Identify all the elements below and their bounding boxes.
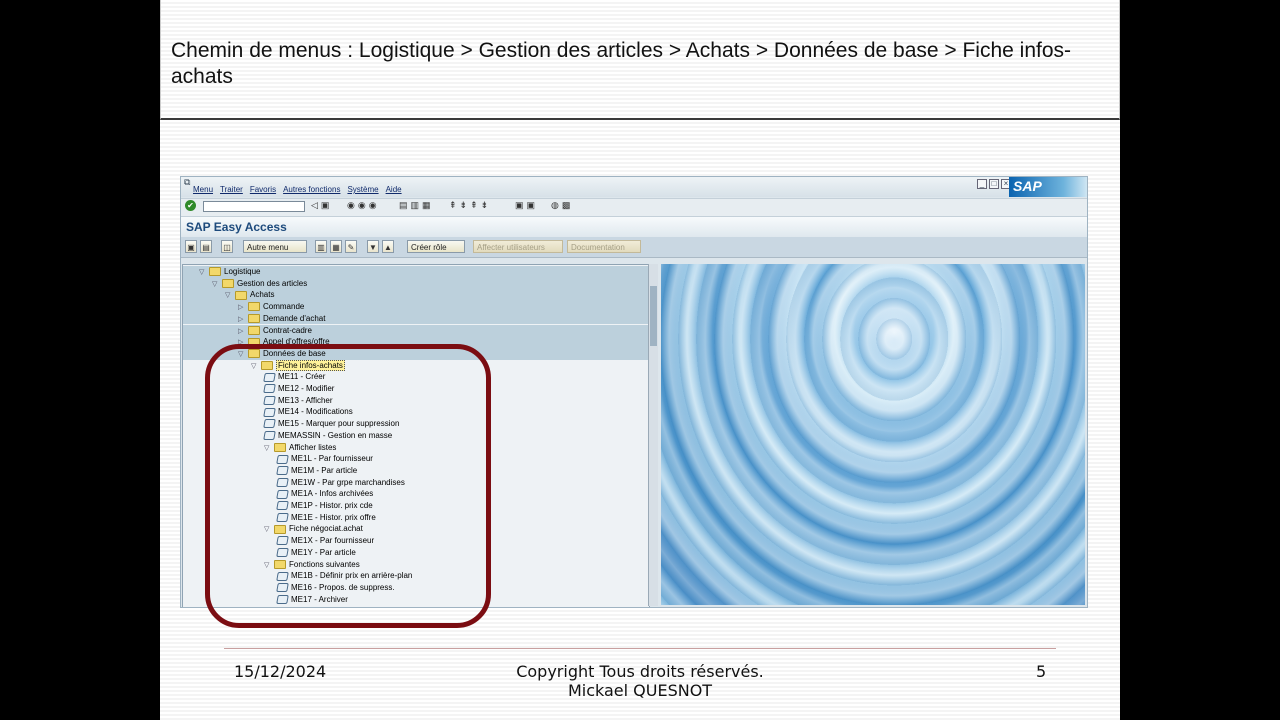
user-menu-icon[interactable]: ◫ — [221, 240, 233, 253]
tree-node-label[interactable]: Demande d'achat — [263, 314, 325, 323]
back-forward-icons[interactable]: ◁▣ — [311, 200, 332, 211]
autre-menu-button[interactable]: Autre menu — [243, 240, 307, 253]
folder-icon — [235, 290, 247, 300]
water-ripple-overlay — [661, 264, 1085, 605]
menu-item-autres-fonctions[interactable]: Autres fonctions — [283, 185, 340, 194]
folder-icon — [248, 325, 260, 335]
window-controls: _ □ × — [977, 179, 1013, 189]
footer-copyright: Copyright Tous droits réservés. Mickael … — [490, 662, 790, 700]
window-menu-icon[interactable]: ⧉ — [184, 177, 190, 188]
folder-icon — [222, 279, 234, 289]
autre-menu-label: Autre menu — [247, 243, 289, 252]
slide-title: Chemin de menus : Logistique > Gestion d… — [171, 39, 1072, 88]
help-icons[interactable]: ◍▩ — [551, 200, 573, 211]
move-down-icon[interactable]: ▼ — [367, 240, 379, 253]
tree-row[interactable]: ▷ Demande d'achat — [183, 312, 649, 325]
footer-date: 15/12/2024 — [234, 662, 327, 681]
add-favorite-icon[interactable]: ▥ — [315, 240, 327, 253]
page-icons[interactable]: ⇞⇟⇞⇟ — [449, 200, 491, 211]
highlight-ring — [205, 344, 491, 628]
sap-application-toolbar: ▣ ▤ ◫ Autre menu ▥ ▦ ✎ ▼ ▲ Créer rôle Af… — [181, 237, 1087, 258]
delete-favorite-icon[interactable]: ▦ — [330, 240, 342, 253]
move-up-icon[interactable]: ▲ — [382, 240, 394, 253]
tree-node-label[interactable]: Commande — [263, 302, 304, 311]
slide: Chemin de menus : Logistique > Gestion d… — [160, 0, 1120, 720]
minimize-icon[interactable]: _ — [977, 179, 987, 189]
title-box: Chemin de menus : Logistique > Gestion d… — [160, 0, 1120, 120]
tree-scroll-thumb[interactable] — [650, 286, 657, 346]
tree-row[interactable]: ▽ Achats — [183, 289, 649, 302]
menu-item-aide[interactable]: Aide — [386, 185, 402, 194]
print-find-icons[interactable]: ▤▥▦ — [399, 200, 434, 211]
menu-item-systeme[interactable]: Système — [347, 185, 378, 194]
folder-icon — [248, 302, 260, 312]
enter-check-icon[interactable]: ✔ — [185, 200, 196, 211]
copyright-line-1: Copyright Tous droits réservés. — [516, 662, 764, 681]
tree-row[interactable]: ▽ Gestion des articles — [183, 277, 649, 290]
sap-logo-text: SAP — [1013, 178, 1042, 194]
tree-row[interactable]: ▷ Commande — [183, 301, 649, 313]
affecter-utilisateurs-label: Affecter utilisateurs — [477, 243, 545, 252]
creer-role-button[interactable]: Créer rôle — [407, 240, 465, 253]
copyright-line-2: Mickael QUESNOT — [567, 681, 713, 700]
navigation-icons[interactable]: ◉◉◉ — [347, 200, 380, 211]
tree-row[interactable]: ▷ Contrat-cadre — [183, 324, 649, 337]
edit-favorite-icon[interactable]: ✎ — [345, 240, 357, 253]
sap-title-area: SAP Easy Access — [181, 217, 1087, 237]
folder-icon — [248, 314, 260, 324]
tree-node-label[interactable]: Gestion des articles — [237, 279, 307, 288]
menu-item-favoris[interactable]: Favoris — [250, 185, 276, 194]
sap-menubar: ⧉ Menu Traiter Favoris Autres fonctions Syst… — [181, 177, 1087, 197]
command-field[interactable] — [203, 201, 305, 212]
menu-item-menu[interactable]: Menu — [193, 185, 213, 194]
tree-node-label[interactable]: Logistique — [224, 267, 260, 276]
folder-icon — [209, 267, 221, 277]
creer-role-label: Créer rôle — [411, 243, 447, 252]
session-icons[interactable]: ▣▣ — [515, 200, 538, 211]
sap-toolbar: ✔ ◁▣ ◉◉◉ ▤▥▦ ⇞⇟⇞⇟ ▣▣ ◍▩ — [181, 198, 1087, 217]
footer-page-number: 5 — [1036, 662, 1047, 681]
favorites-add-icon[interactable]: ▣ — [185, 240, 197, 253]
affecter-utilisateurs-button[interactable]: Affecter utilisateurs — [473, 240, 563, 253]
tree-scrollbar[interactable] — [648, 264, 658, 606]
documentation-label: Documentation — [571, 243, 625, 252]
sap-screen-title: SAP Easy Access — [186, 220, 287, 234]
menu-item-traiter[interactable]: Traiter — [220, 185, 243, 194]
favorites-folder-icon[interactable]: ▤ — [200, 240, 212, 253]
tree-node-label[interactable]: Achats — [250, 290, 274, 299]
tree-node-label[interactable]: Contrat-cadre — [263, 326, 312, 335]
maximize-icon[interactable]: □ — [989, 179, 999, 189]
documentation-button[interactable]: Documentation — [567, 240, 641, 253]
footer-divider — [224, 648, 1056, 649]
tree-row[interactable]: ▽ Logistique — [183, 266, 649, 278]
sap-menu-items: Menu Traiter Favoris Autres fonctions Systèm… — [193, 185, 409, 194]
sap-logo: SAP — [1009, 177, 1087, 197]
